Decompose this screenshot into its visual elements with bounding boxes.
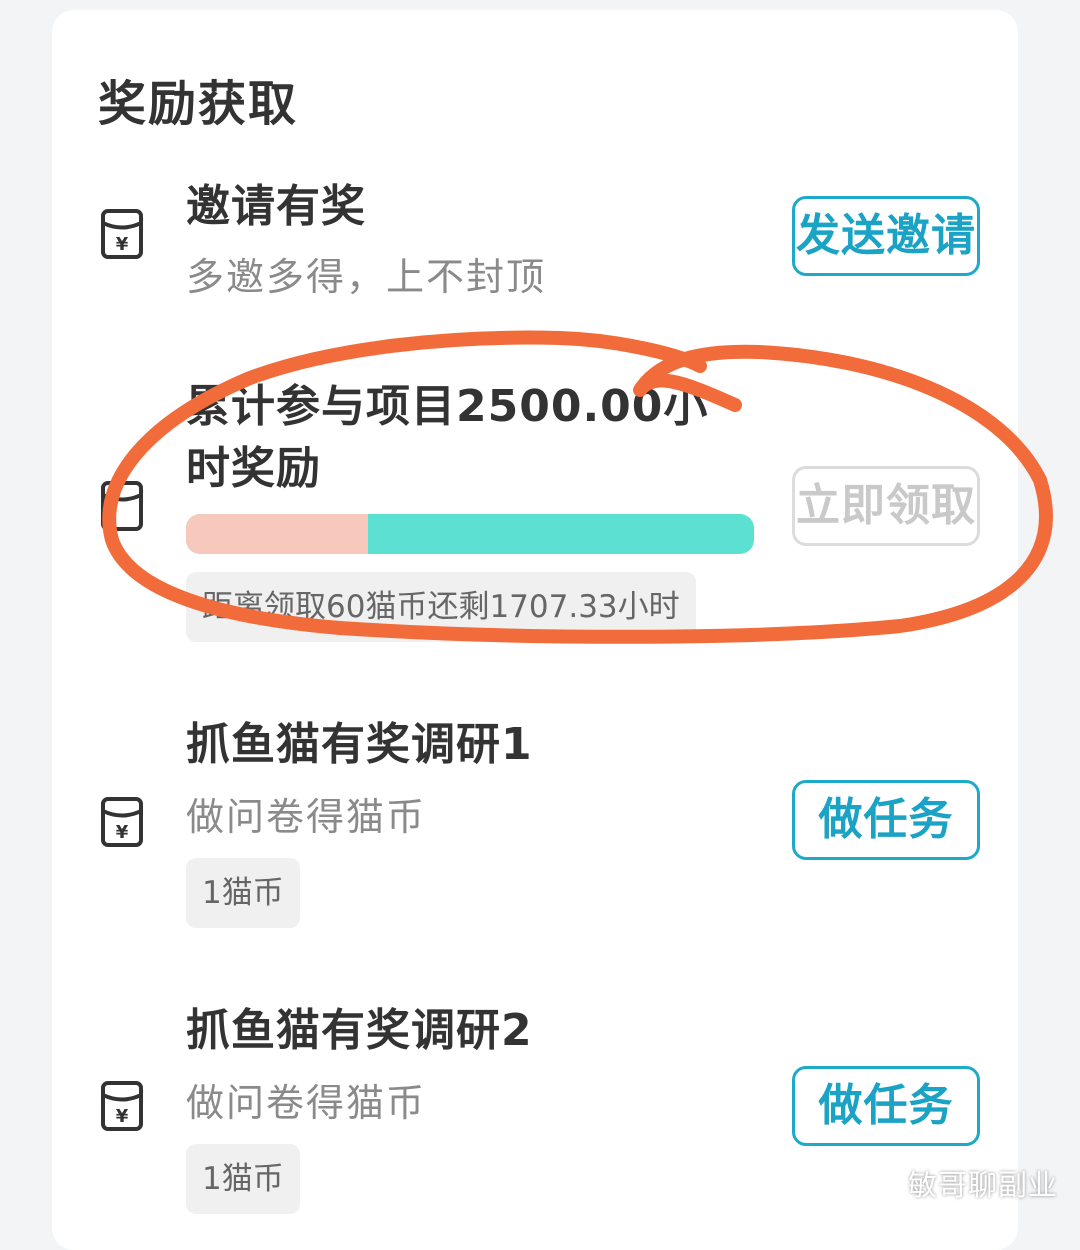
red-envelope-yen-icon: ¥ — [100, 208, 144, 260]
item-subtitle-invite: 多邀多得，上不封顶 — [186, 255, 547, 299]
item-title-invite: 邀请有奖 — [186, 181, 366, 232]
coin-tag-survey-2: 1猫币 — [186, 1144, 300, 1214]
wechat-icon — [860, 1168, 899, 1197]
red-envelope-yen-icon: ¥ — [100, 1080, 144, 1132]
red-envelope-icon — [100, 480, 144, 532]
svg-text:¥: ¥ — [116, 1106, 129, 1127]
progress-fill — [186, 514, 368, 554]
watermark-text: 敏哥聊副业 — [908, 1168, 1059, 1202]
item-title-survey-1: 抓鱼猫有奖调研1 — [186, 719, 533, 770]
claim-now-button[interactable]: 立即领取 — [792, 466, 980, 546]
watermark: 敏哥聊副业 — [860, 1160, 1058, 1206]
hours-progress-bar — [186, 514, 754, 554]
item-subtitle-survey-1: 做问卷得猫币 — [186, 795, 427, 839]
item-title-hours-reward: 累计参与项目2500.00小时奖励 — [186, 381, 709, 494]
send-invite-button[interactable]: 发送邀请 — [792, 196, 980, 276]
item-subtitle-survey-2: 做问卷得猫币 — [186, 1081, 427, 1125]
item-title-survey-2: 抓鱼猫有奖调研2 — [186, 1005, 533, 1056]
svg-text:¥: ¥ — [116, 234, 129, 255]
do-task-button-2[interactable]: 做任务 — [792, 1066, 980, 1146]
remaining-hours-tag: 距离领取60猫币还剩1707.33小时 — [186, 572, 696, 642]
do-task-button-1[interactable]: 做任务 — [792, 780, 980, 860]
coin-tag-survey-1: 1猫币 — [186, 858, 300, 928]
red-envelope-yen-icon: ¥ — [100, 796, 144, 848]
svg-text:¥: ¥ — [116, 822, 129, 843]
section-title: 奖励获取 — [98, 76, 299, 132]
